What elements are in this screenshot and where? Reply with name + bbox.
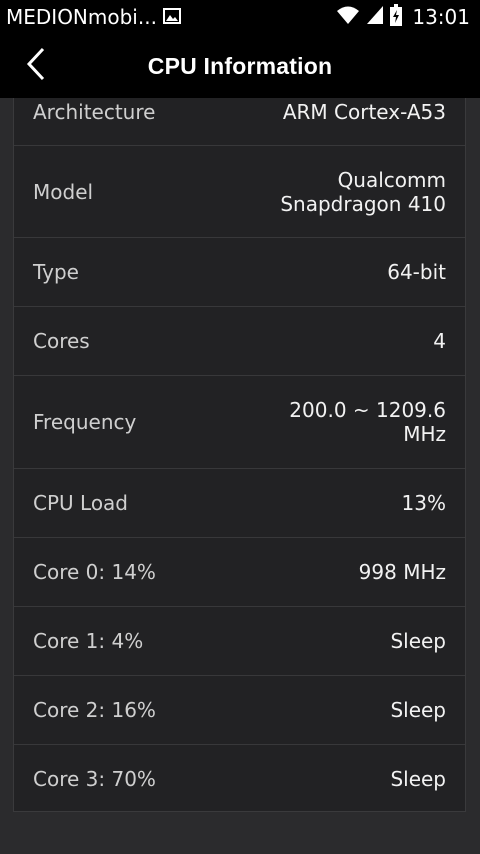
page-title: CPU Information xyxy=(147,52,333,79)
back-button[interactable] xyxy=(14,44,58,88)
status-bar: MEDIONmobi... 13:01 xyxy=(0,0,480,34)
info-row-core-1: Core 1: 4% Sleep xyxy=(14,607,465,676)
status-right: 13:01 xyxy=(336,3,470,31)
row-label: Core 1: 4% xyxy=(33,629,144,653)
row-value: Qualcomm Snapdragon 410 xyxy=(280,167,446,216)
wifi-icon xyxy=(336,5,360,30)
info-row-type: Type 64-bit xyxy=(14,238,465,307)
row-value: ARM Cortex-A53 xyxy=(282,99,446,124)
row-value: 200.0 ~ 1209.6 MHz xyxy=(289,398,446,446)
row-label: Architecture xyxy=(33,99,156,124)
status-left: MEDIONmobi... xyxy=(6,5,181,29)
info-row-core-3: Core 3: 70% Sleep xyxy=(14,745,465,811)
app-bar: CPU Information xyxy=(0,34,480,98)
info-row-cores: Cores 4 xyxy=(14,307,465,376)
row-value: 4 xyxy=(433,329,446,353)
cpu-info-list[interactable]: Architecture ARM Cortex-A53 Model Qualco… xyxy=(13,98,466,812)
info-row-cpu-load: CPU Load 13% xyxy=(14,469,465,538)
row-label: Core 0: 14% xyxy=(33,560,156,584)
info-row-frequency: Frequency 200.0 ~ 1209.6 MHz xyxy=(14,376,465,469)
row-label: Core 2: 16% xyxy=(33,698,156,722)
row-label: Frequency xyxy=(33,410,137,434)
battery-charging-icon xyxy=(390,3,403,31)
info-row-model: Model Qualcomm Snapdragon 410 xyxy=(14,146,465,238)
row-label: Type xyxy=(33,260,79,284)
row-value: Sleep xyxy=(390,698,446,722)
image-icon xyxy=(162,5,181,29)
row-value: 64-bit xyxy=(387,260,446,284)
row-value: Sleep xyxy=(390,766,446,791)
carrier-label: MEDIONmobi... xyxy=(6,5,157,29)
row-label: CPU Load xyxy=(33,491,128,515)
status-time: 13:01 xyxy=(412,5,470,29)
row-value: Sleep xyxy=(390,629,446,653)
row-value: 13% xyxy=(401,491,446,515)
signal-icon xyxy=(366,5,384,30)
info-row-core-0: Core 0: 14% 998 MHz xyxy=(14,538,465,607)
row-label: Cores xyxy=(33,329,90,353)
info-row-core-2: Core 2: 16% Sleep xyxy=(14,676,465,745)
chevron-left-icon xyxy=(25,46,47,86)
row-label: Core 3: 70% xyxy=(33,766,156,791)
row-label: Model xyxy=(33,179,94,204)
info-row-architecture: Architecture ARM Cortex-A53 xyxy=(14,98,465,146)
row-value: 998 MHz xyxy=(358,560,446,584)
